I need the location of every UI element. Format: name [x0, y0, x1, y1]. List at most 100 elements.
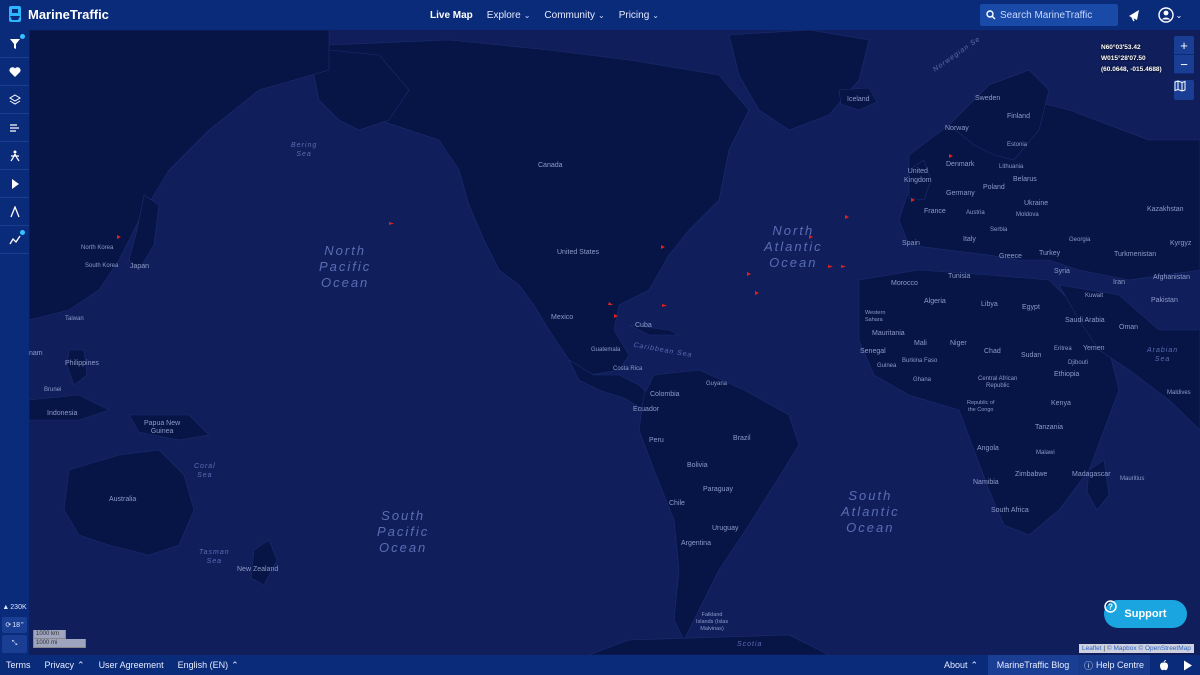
logo[interactable]: MarineTraffic — [6, 4, 109, 24]
support-label: Support — [1124, 608, 1167, 620]
country-label: Uruguay — [712, 525, 739, 532]
live-map[interactable]: North Pacific Ocean North Atlantic Ocean… — [29, 30, 1200, 655]
search-input[interactable] — [1000, 9, 1112, 21]
filters-button[interactable] — [0, 30, 29, 58]
footer-blog[interactable]: MarineTraffic Blog — [988, 655, 1078, 675]
country-label: Iran — [1113, 279, 1126, 286]
country-label: Peru — [649, 437, 664, 444]
country-label: Zimbabwe — [1015, 471, 1048, 478]
support-button[interactable]: ? Support — [1104, 600, 1187, 628]
chevron-down-icon: ⌄ — [1175, 10, 1183, 20]
measure-button[interactable] — [0, 198, 29, 226]
cursor-coordinates: N60°03'53.42 W015°28'07.50 (60.0648, -01… — [1101, 42, 1162, 75]
country-label: Guinea — [877, 363, 897, 369]
help-circle-icon: ⓘ — [1083, 660, 1093, 671]
leaflet-link[interactable]: Leaflet — [1082, 645, 1102, 652]
country-label: Costa Rica — [613, 366, 643, 372]
active-indicator — [20, 230, 25, 235]
top-bar: MarineTraffic Live Map Explore ⌄ Communit… — [0, 0, 1200, 30]
sea-label: Coral Sea — [194, 463, 216, 479]
nav-live-map[interactable]: Live Map — [430, 10, 473, 21]
country-label: Denmark — [946, 161, 975, 168]
filter-icon — [9, 38, 20, 49]
country-label: Kazakhstan — [1147, 206, 1184, 213]
country-label: United States — [557, 249, 600, 256]
playback-button[interactable] — [0, 170, 29, 198]
footer-terms[interactable]: Terms — [6, 660, 31, 670]
country-label: Burkina Faso — [902, 358, 938, 364]
country-label: Mexico — [551, 314, 574, 321]
country-label: Saudi Arabia — [1065, 317, 1105, 324]
ship-logo-icon — [9, 6, 21, 22]
main-nav: Live Map Explore ⌄ Community ⌄ Pricing ⌄ — [430, 0, 659, 30]
active-indicator — [20, 34, 25, 39]
country-label: Lithuania — [999, 164, 1024, 170]
country-label: Tunisia — [948, 273, 971, 280]
country-label: Chad — [984, 348, 1001, 355]
help-circle-icon: ? — [1104, 600, 1117, 613]
density-maps-button[interactable] — [0, 142, 29, 170]
country-label: Guyana — [706, 381, 728, 387]
search-box[interactable] — [980, 4, 1118, 26]
nav-pricing[interactable]: Pricing ⌄ — [619, 10, 659, 21]
apple-icon[interactable] — [1159, 659, 1169, 671]
country-label: Philippines — [65, 360, 99, 367]
country-label: Egypt — [1022, 304, 1040, 311]
nav-explore[interactable]: Explore ⌄ — [487, 10, 531, 21]
sea-label: Scotia — [737, 641, 763, 648]
notifications-icon[interactable] — [1126, 6, 1144, 24]
fullscreen-icon: ⤡ — [11, 640, 18, 647]
country-label: Djibouti — [1068, 360, 1089, 366]
country-label: United Kingdom — [904, 168, 932, 184]
country-label: nam — [29, 350, 43, 357]
country-label: Taiwan — [65, 316, 84, 322]
country-label: Malawi — [1036, 450, 1055, 456]
refresh-timer[interactable]: ⟳ 18 " — [2, 617, 27, 633]
country-label: Belarus — [1013, 176, 1037, 183]
map-tools-sidebar: ▲ 230K ⟳ 18 " ⤡ — [0, 30, 29, 655]
map-attribution: Leaflet | © Mapbox © OpenStreetMap — [1079, 644, 1194, 653]
country-label: Austria — [966, 210, 985, 216]
language-selector[interactable]: English (EN) ⌃ — [178, 660, 239, 671]
country-label: Senegal — [860, 348, 886, 355]
country-label: South Africa — [991, 507, 1029, 514]
heart-icon — [8, 66, 21, 77]
fullscreen-button[interactable]: ⤡ — [2, 635, 27, 653]
my-fleets-button[interactable] — [0, 58, 29, 86]
country-label: Chile — [669, 500, 685, 507]
country-label: Estonia — [1007, 142, 1028, 148]
country-label: Australia — [109, 496, 137, 503]
footer-privacy-label: Privacy — [44, 660, 75, 670]
vessel-count: ▲ 230K — [0, 599, 29, 615]
scale-km: 1000 km — [33, 630, 66, 639]
map-style-button[interactable] — [1174, 80, 1194, 100]
footer-help-centre[interactable]: ⓘ Help Centre — [1078, 655, 1150, 675]
country-label: Colombia — [650, 391, 680, 398]
osm-link[interactable]: © OpenStreetMap — [1138, 645, 1190, 652]
sea-label: Bering Sea — [291, 142, 318, 158]
country-label: Angola — [977, 445, 999, 452]
country-label: North Korea — [81, 245, 114, 251]
country-label: Western Sahara — [865, 310, 886, 323]
mapbox-link[interactable]: © Mapbox — [1107, 645, 1137, 652]
country-label: Central African Republic — [978, 376, 1018, 389]
layers-button[interactable] — [0, 86, 29, 114]
nav-community[interactable]: Community ⌄ — [544, 10, 604, 21]
zoom-control: + − — [1174, 36, 1194, 74]
account-menu[interactable]: ⌄ — [1157, 6, 1183, 24]
country-label: Pakistan — [1151, 297, 1178, 304]
map-icon — [1174, 80, 1186, 92]
footer-about[interactable]: About ⌃ — [944, 655, 978, 675]
analytics-icon — [8, 235, 21, 244]
zoom-out-button[interactable]: − — [1174, 55, 1194, 74]
analytics-button[interactable] — [0, 226, 29, 254]
google-play-icon[interactable] — [1183, 660, 1193, 671]
zoom-in-button[interactable]: + — [1174, 36, 1194, 55]
app-links — [1152, 655, 1200, 675]
footer-user-agreement[interactable]: User Agreement — [99, 660, 164, 670]
footer-privacy[interactable]: Privacy ⌃ — [45, 660, 85, 671]
map-scale: 1000 km 1000 mi — [33, 630, 86, 648]
country-label: Algeria — [924, 298, 946, 305]
weather-button[interactable] — [0, 114, 29, 142]
country-label: Sweden — [975, 95, 1001, 102]
